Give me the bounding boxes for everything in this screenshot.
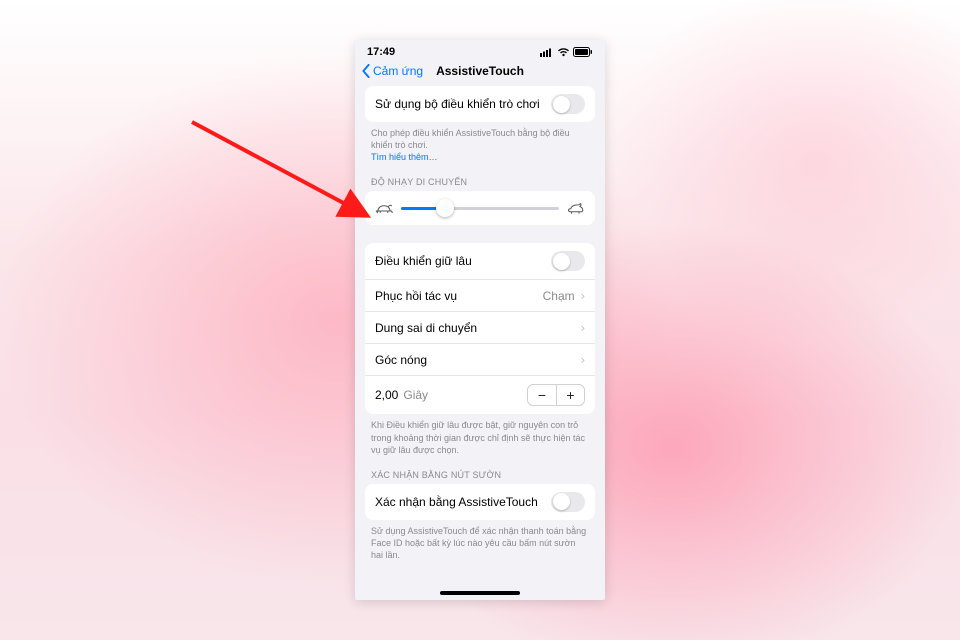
content-scroll[interactable]: Sử dụng bộ điều khiển trò chơi Cho phép … [355, 86, 605, 600]
seconds-stepper: − + [527, 384, 585, 406]
caption-side-button: Sử dụng AssistiveTouch để xác nhận thanh… [355, 520, 605, 565]
row-move-tolerance[interactable]: Dung sai di chuyển › [365, 311, 595, 343]
header-side-button: XÁC NHẬN BẰNG NÚT SƯỜN [355, 460, 605, 484]
battery-icon [573, 47, 593, 57]
status-bar: 17:49 [355, 40, 605, 60]
status-indicators [540, 47, 593, 57]
stepper-minus[interactable]: − [528, 385, 556, 405]
back-label: Cảm ứng [373, 64, 423, 78]
chevron-right-icon: › [581, 353, 585, 366]
row-label: Xác nhận bằng AssistiveTouch [375, 495, 538, 509]
wifi-icon [557, 47, 570, 57]
row-game-controller[interactable]: Sử dụng bộ điều khiển trò chơi [365, 86, 595, 122]
slider-track[interactable] [401, 207, 559, 210]
toggle-hold-control[interactable] [551, 251, 585, 271]
row-restore-action[interactable]: Phục hồi tác vụ Chạm › [365, 279, 595, 311]
nav-bar: Cảm ứng AssistiveTouch [355, 60, 605, 86]
annotation-arrow [188, 118, 378, 228]
row-label: Dung sai di chuyển [375, 321, 477, 335]
chevron-left-icon [361, 64, 371, 78]
row-label: Sử dụng bộ điều khiển trò chơi [375, 97, 540, 111]
row-hot-corners[interactable]: Góc nóng › [365, 343, 595, 375]
rabbit-icon [567, 201, 585, 215]
group-tracking-slider [365, 191, 595, 225]
phone-frame: 17:49 Cảm ứng AssistiveTouch Sử dụng bộ … [355, 40, 605, 600]
row-value: Chạm [543, 289, 575, 303]
group-side-button: Xác nhận bằng AssistiveTouch [365, 484, 595, 520]
back-button[interactable]: Cảm ứng [361, 64, 423, 78]
slider-thumb[interactable] [436, 199, 454, 217]
seconds-unit: Giây [403, 388, 428, 402]
caption-game-controller: Cho phép điều khiển AssistiveTouch bằng … [355, 122, 605, 167]
home-indicator[interactable] [440, 591, 520, 595]
group-dwell: Điều khiển giữ lâu Phục hồi tác vụ Chạm … [365, 243, 595, 414]
turtle-icon [375, 201, 393, 215]
caption-dwell: Khi Điều khiển giữ lâu được bật, giữ ngu… [355, 414, 605, 459]
row-label: Phục hồi tác vụ [375, 289, 457, 303]
tracking-slider[interactable] [365, 191, 595, 225]
row-label: Điều khiển giữ lâu [375, 254, 472, 268]
stepper-plus[interactable]: + [556, 385, 584, 405]
row-confirm-assistivetouch[interactable]: Xác nhận bằng AssistiveTouch [365, 484, 595, 520]
seconds-value: 2,00 [375, 388, 398, 402]
status-time: 17:49 [367, 46, 395, 58]
row-seconds: 2,00 Giây − + [365, 375, 595, 414]
row-label: Góc nóng [375, 353, 427, 367]
learn-more-link[interactable]: Tìm hiểu thêm… [371, 152, 438, 162]
signal-icon [540, 47, 554, 57]
toggle-confirm-assistivetouch[interactable] [551, 492, 585, 512]
toggle-game-controller[interactable] [551, 94, 585, 114]
chevron-right-icon: › [581, 289, 585, 302]
row-hold-control[interactable]: Điều khiển giữ lâu [365, 243, 595, 279]
group-game-controller: Sử dụng bộ điều khiển trò chơi [365, 86, 595, 122]
chevron-right-icon: › [581, 321, 585, 334]
header-tracking-sensitivity: ĐỘ NHẠY DI CHUYỂN [355, 167, 605, 191]
